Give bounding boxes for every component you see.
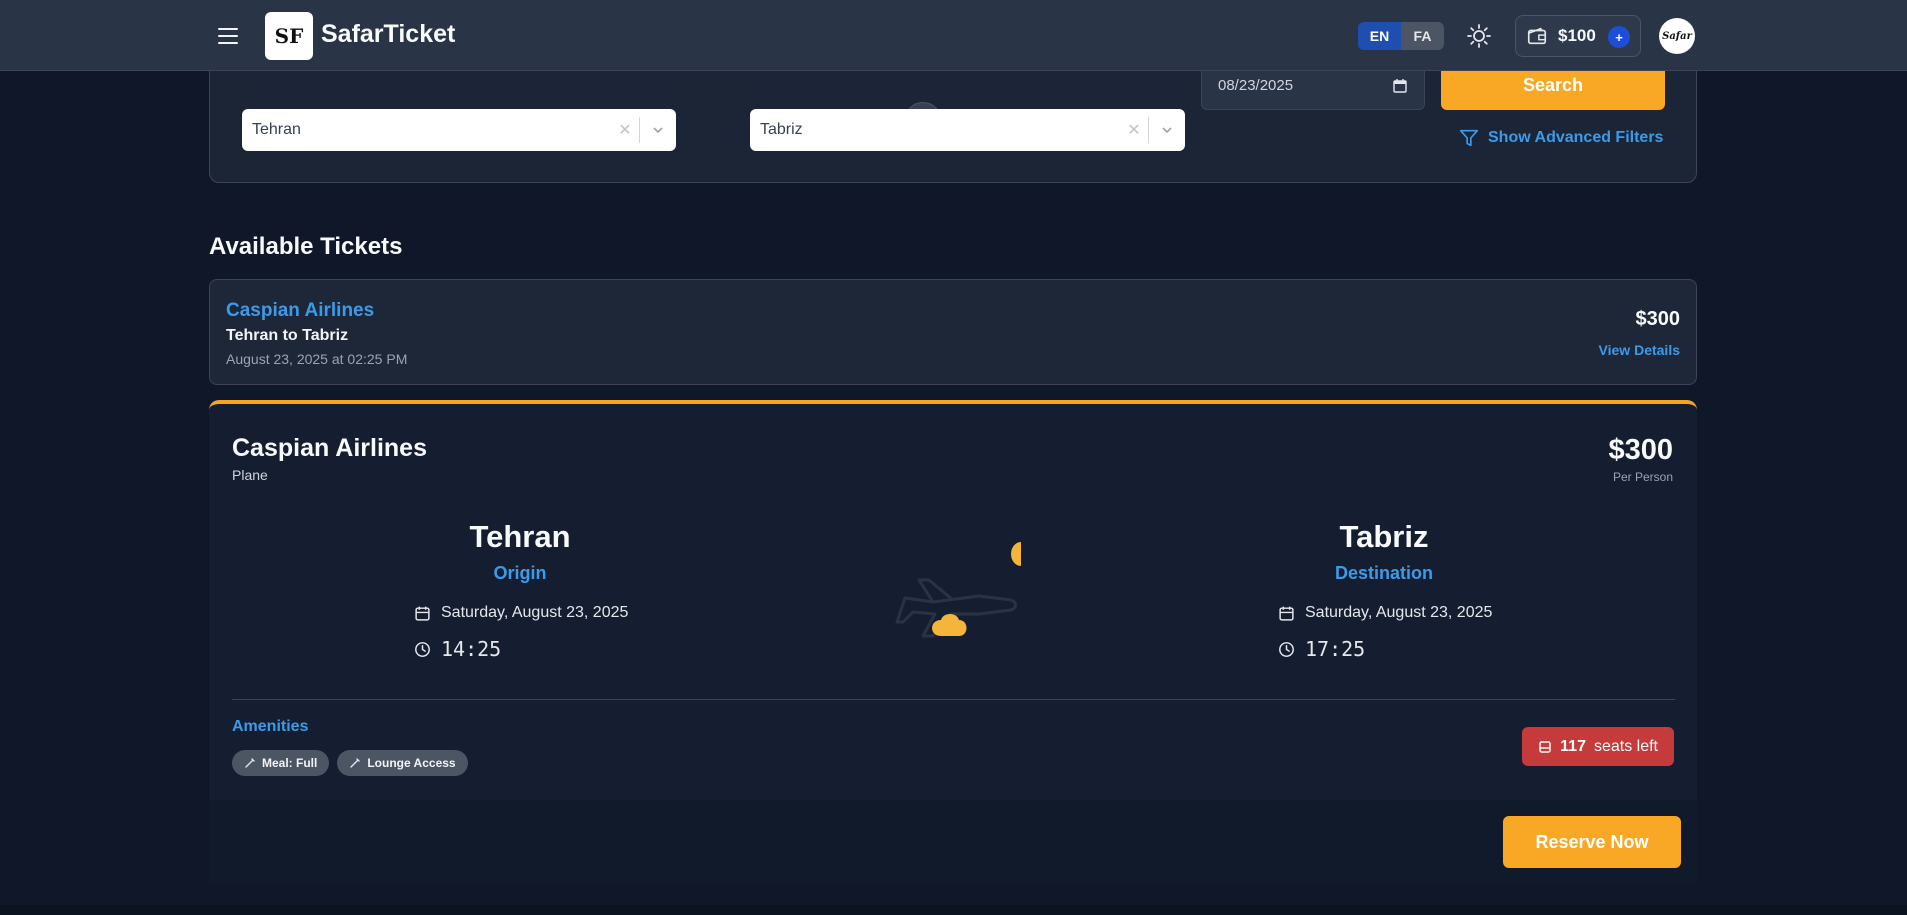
summary-price: $300 <box>1635 308 1681 330</box>
seats-label: seats left <box>1593 737 1658 755</box>
destination-select[interactable]: Tabriz ✕ <box>750 109 1185 151</box>
origin-select[interactable]: Tehran ✕ <box>242 109 676 151</box>
clear-origin-icon[interactable]: ✕ <box>611 120 639 140</box>
clock-icon <box>1279 641 1294 657</box>
advanced-filters-label: Show Advanced Filters <box>1488 129 1664 146</box>
date-value: 08/23/2025 <box>1218 77 1294 94</box>
clock-icon <box>415 641 430 657</box>
summary-datetime: August 23, 2025 at 02:25 PM <box>226 351 408 367</box>
amenities-list: Meal: Full Lounge Access <box>232 750 468 776</box>
brand-name[interactable]: SafarTicket <box>321 20 455 49</box>
origin-value: Tehran <box>252 121 301 138</box>
destination-time-row: 17:25 <box>1278 637 1365 661</box>
clear-destination-icon[interactable]: ✕ <box>1120 120 1148 140</box>
destination-city: Tabriz <box>1339 519 1429 554</box>
wallet-button[interactable]: $100 + <box>1515 15 1641 57</box>
wallet-amount: $100 <box>1558 26 1596 45</box>
detail-airline: Caspian Airlines <box>232 434 427 462</box>
origin-role: Origin <box>493 563 547 583</box>
amenity-label: Meal: Full <box>262 756 318 770</box>
language-switch: EN FA <box>1358 22 1444 50</box>
destination-date-row: Saturday, August 23, 2025 <box>1278 604 1492 622</box>
seat-icon <box>1539 740 1551 753</box>
detail-price: $300 <box>1608 434 1673 466</box>
wallet-icon <box>1527 27 1547 45</box>
lang-en-button[interactable]: EN <box>1358 22 1401 50</box>
brand-logo[interactable]: SF <box>265 12 313 60</box>
bottom-strip <box>0 905 1907 915</box>
amenity-badge: Lounge Access <box>337 750 468 776</box>
destination-role: Destination <box>1334 563 1433 583</box>
view-details-link[interactable]: View Details <box>1599 342 1680 358</box>
origin-time: 14:25 <box>441 637 502 661</box>
destination-value: Tabriz <box>760 121 803 138</box>
advanced-filters-link[interactable]: Show Advanced Filters <box>1458 127 1663 149</box>
calendar-icon <box>1279 606 1294 621</box>
add-funds-button[interactable]: + <box>1608 26 1630 48</box>
ticket-detail-card: Caspian Airlines Plane $300 Per Person T… <box>209 400 1697 884</box>
top-header: SF SafarTicket EN FA $100 + Safar <box>0 0 1907 71</box>
origin-date: Saturday, August 23, 2025 <box>441 604 629 621</box>
origin-city: Tehran <box>469 519 571 554</box>
per-person-label: Per Person <box>1612 470 1673 484</box>
reserve-now-button[interactable]: Reserve Now <box>1503 816 1681 868</box>
origin-date-row: Saturday, August 23, 2025 <box>414 604 628 622</box>
lang-fa-button[interactable]: FA <box>1401 22 1444 50</box>
filter-icon <box>1459 129 1479 147</box>
utensils-icon <box>245 758 255 768</box>
destination-block: Tabriz Destination <box>1234 519 1534 584</box>
sun-icon[interactable] <box>1466 23 1492 49</box>
summary-route: Tehran to Tabriz <box>226 327 349 344</box>
origin-time-row: 14:25 <box>414 637 501 661</box>
chevron-down-icon[interactable] <box>640 123 676 137</box>
amenity-badge: Meal: Full <box>232 750 330 776</box>
calendar-icon <box>415 606 430 621</box>
amenity-label: Lounge Access <box>367 756 456 770</box>
calendar-icon <box>1393 78 1407 93</box>
menu-icon[interactable] <box>216 24 240 48</box>
section-title: Available Tickets <box>209 233 403 260</box>
origin-block: Tehran Origin <box>370 519 670 584</box>
chevron-down-icon[interactable] <box>1149 123 1185 137</box>
ticket-summary-card[interactable]: Caspian Airlines Tehran to Tabriz August… <box>209 279 1697 385</box>
seats-left-badge: 117 seats left <box>1522 727 1674 766</box>
seats-count: 117 <box>1560 737 1586 755</box>
card-footer <box>209 800 1697 884</box>
transport-mode: Plane <box>232 467 268 483</box>
amenities-title: Amenities <box>232 718 309 735</box>
destination-time: 17:25 <box>1305 637 1366 661</box>
avatar[interactable]: Safar <box>1659 18 1695 54</box>
divider <box>232 699 1675 700</box>
plane-weather-icon <box>895 542 1021 638</box>
utensils-icon <box>350 758 361 768</box>
destination-date: Saturday, August 23, 2025 <box>1305 604 1493 621</box>
summary-airline: Caspian Airlines <box>226 300 375 321</box>
